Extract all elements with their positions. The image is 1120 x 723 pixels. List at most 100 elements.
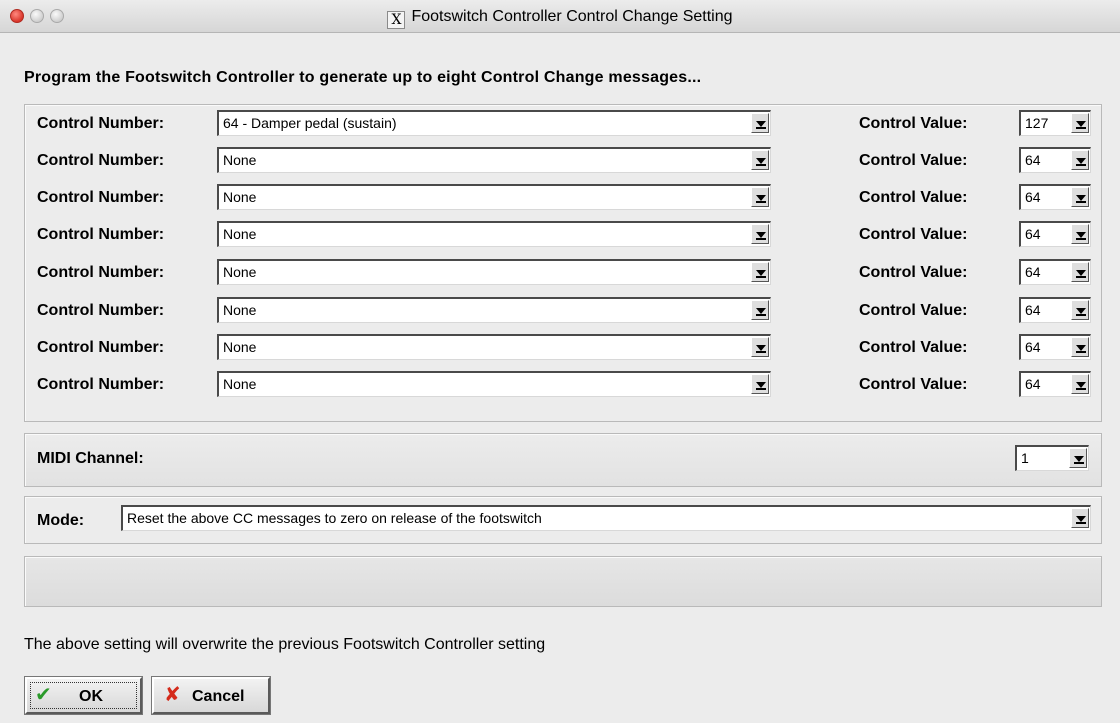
dialog-window: X Footswitch Controller Control Change Se…	[0, 0, 1120, 723]
control-number-value: None	[223, 226, 257, 242]
title-bar: X Footswitch Controller Control Change Se…	[0, 0, 1120, 33]
ok-button[interactable]: ✔ OK	[24, 676, 143, 715]
control-value-label: Control Value:	[859, 226, 968, 243]
dropdown-arrow-icon[interactable]	[751, 262, 769, 282]
midi-channel-label: MIDI Channel:	[37, 450, 144, 467]
dropdown-arrow-icon[interactable]	[751, 374, 769, 394]
mode-value: Reset the above CC messages to zero on r…	[127, 510, 542, 526]
midi-channel-select[interactable]: 1	[1015, 445, 1089, 471]
control-number-label: Control Number:	[37, 115, 165, 132]
dropdown-arrow-icon[interactable]	[751, 337, 769, 357]
midi-channel-value: 1	[1021, 450, 1029, 466]
control-number-value: None	[223, 302, 257, 318]
control-value-label: Control Value:	[859, 152, 968, 169]
control-number-label: Control Number:	[37, 226, 165, 243]
control-number-select[interactable]: None	[217, 259, 771, 285]
dropdown-arrow-icon[interactable]	[751, 224, 769, 244]
control-value-label: Control Value:	[859, 189, 968, 206]
close-window-button[interactable]	[10, 9, 24, 23]
cancel-button-label: Cancel	[192, 688, 245, 705]
control-value-select[interactable]: 64	[1019, 259, 1091, 285]
control-value-value: 64	[1025, 376, 1041, 392]
control-value-value: 64	[1025, 302, 1041, 318]
control-number-label: Control Number:	[37, 264, 165, 281]
minimize-window-button[interactable]	[30, 9, 44, 23]
overwrite-note: The above setting will overwrite the pre…	[24, 636, 546, 653]
control-value-label: Control Value:	[859, 264, 968, 281]
mode-panel: Mode: Reset the above CC messages to zer…	[24, 496, 1102, 544]
control-value-select[interactable]: 127	[1019, 110, 1091, 136]
control-number-select[interactable]: None	[217, 334, 771, 360]
control-number-select[interactable]: None	[217, 184, 771, 210]
ok-button-label: OK	[79, 688, 103, 705]
dropdown-arrow-icon[interactable]	[1069, 448, 1087, 468]
window-title: Footswitch Controller Control Change Set…	[411, 8, 733, 25]
control-value-value: 64	[1025, 339, 1041, 355]
intro-text: Program the Footswitch Controller to gen…	[24, 69, 702, 86]
x11-icon: X	[387, 11, 406, 29]
control-value-value: 64	[1025, 189, 1041, 205]
control-number-value: None	[223, 189, 257, 205]
control-number-select[interactable]: None	[217, 147, 771, 173]
control-number-label: Control Number:	[37, 152, 165, 169]
dropdown-arrow-icon[interactable]	[751, 113, 769, 133]
mode-label: Mode:	[37, 512, 85, 529]
control-value-select[interactable]: 64	[1019, 147, 1091, 173]
control-number-label: Control Number:	[37, 189, 165, 206]
control-number-label: Control Number:	[37, 339, 165, 356]
control-value-select[interactable]: 64	[1019, 221, 1091, 247]
control-number-value: None	[223, 339, 257, 355]
dropdown-arrow-icon[interactable]	[1071, 262, 1089, 282]
control-row: Control Number: None Control Value: 64	[25, 143, 1101, 179]
dropdown-arrow-icon[interactable]	[1071, 300, 1089, 320]
control-value-label: Control Value:	[859, 115, 968, 132]
zoom-window-button[interactable]	[50, 9, 64, 23]
control-number-value: None	[223, 376, 257, 392]
control-number-value: 64 - Damper pedal (sustain)	[223, 115, 397, 131]
dropdown-arrow-icon[interactable]	[751, 150, 769, 170]
control-number-select[interactable]: 64 - Damper pedal (sustain)	[217, 110, 771, 136]
status-panel	[24, 556, 1102, 607]
control-value-label: Control Value:	[859, 339, 968, 356]
dropdown-arrow-icon[interactable]	[1071, 224, 1089, 244]
control-row: Control Number: None Control Value: 64	[25, 293, 1101, 329]
control-number-label: Control Number:	[37, 302, 165, 319]
control-value-select[interactable]: 64	[1019, 297, 1091, 323]
control-row: Control Number: None Control Value: 64	[25, 180, 1101, 216]
control-change-panel: Control Number: 64 - Damper pedal (susta…	[24, 104, 1102, 422]
control-value-value: 64	[1025, 264, 1041, 280]
control-value-label: Control Value:	[859, 302, 968, 319]
control-value-select[interactable]: 64	[1019, 184, 1091, 210]
checkmark-icon: ✔	[35, 684, 52, 706]
control-number-select[interactable]: None	[217, 297, 771, 323]
control-value-select[interactable]: 64	[1019, 334, 1091, 360]
midi-channel-panel: MIDI Channel: 1	[24, 433, 1102, 487]
dropdown-arrow-icon[interactable]	[751, 300, 769, 320]
mode-select[interactable]: Reset the above CC messages to zero on r…	[121, 505, 1091, 531]
x-mark-icon: ✘	[164, 684, 181, 706]
control-row: Control Number: None Control Value: 64	[25, 217, 1101, 253]
control-row: Control Number: 64 - Damper pedal (susta…	[25, 106, 1101, 142]
control-number-select[interactable]: None	[217, 371, 771, 397]
dropdown-arrow-icon[interactable]	[1071, 113, 1089, 133]
dropdown-arrow-icon[interactable]	[1071, 508, 1089, 528]
window-title-wrap: X Footswitch Controller Control Change Se…	[0, 0, 1120, 33]
cancel-button[interactable]: ✘ Cancel	[151, 676, 271, 715]
control-row: Control Number: None Control Value: 64	[25, 330, 1101, 366]
control-value-label: Control Value:	[859, 376, 968, 393]
control-row: Control Number: None Control Value: 64	[25, 255, 1101, 291]
control-number-value: None	[223, 152, 257, 168]
control-value-value: 64	[1025, 226, 1041, 242]
dropdown-arrow-icon[interactable]	[1071, 187, 1089, 207]
control-number-label: Control Number:	[37, 376, 165, 393]
control-value-select[interactable]: 64	[1019, 371, 1091, 397]
control-value-value: 127	[1025, 115, 1049, 131]
dropdown-arrow-icon[interactable]	[1071, 374, 1089, 394]
dropdown-arrow-icon[interactable]	[1071, 337, 1089, 357]
control-number-select[interactable]: None	[217, 221, 771, 247]
dropdown-arrow-icon[interactable]	[751, 187, 769, 207]
control-value-value: 64	[1025, 152, 1041, 168]
control-number-value: None	[223, 264, 257, 280]
control-row: Control Number: None Control Value: 64	[25, 367, 1101, 403]
dropdown-arrow-icon[interactable]	[1071, 150, 1089, 170]
